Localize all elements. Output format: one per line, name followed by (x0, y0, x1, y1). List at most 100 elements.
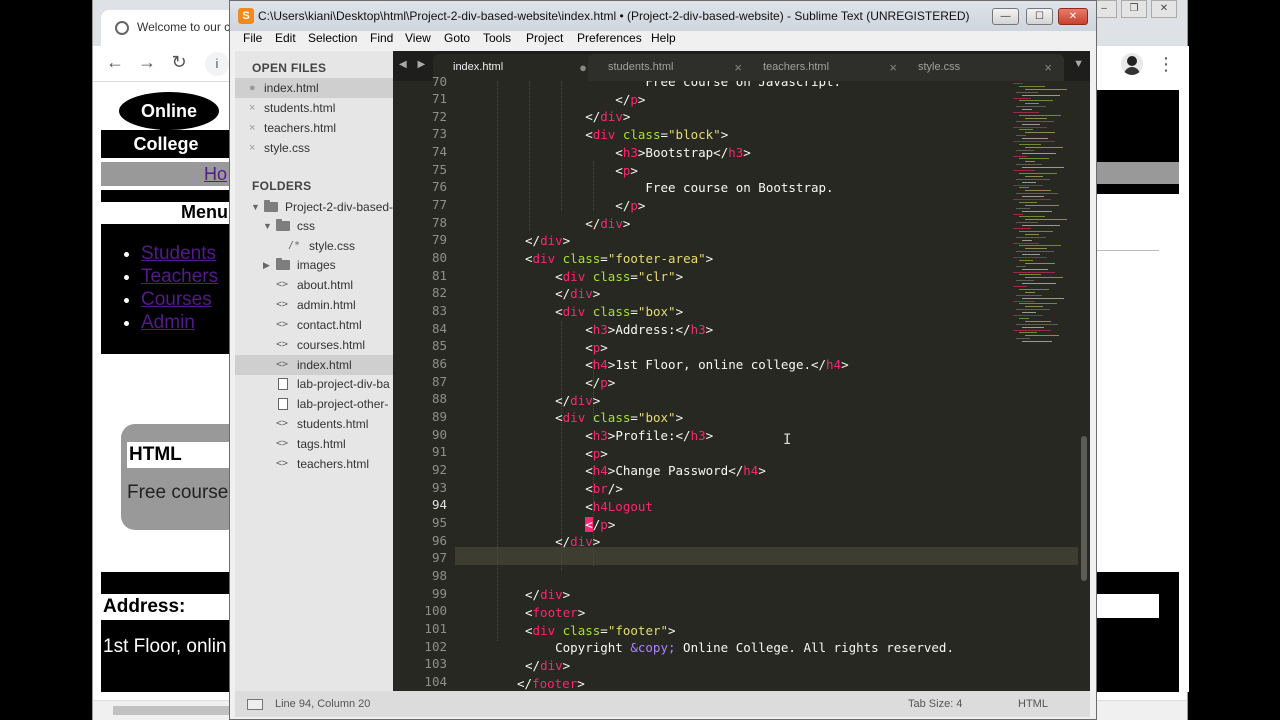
minimap-line (1019, 274, 1041, 276)
tree-item-label: teachers.html (297, 457, 370, 471)
tree-file-students[interactable]: <> students.html (235, 414, 393, 434)
tree-file-contact[interactable]: <> contact.html (235, 315, 393, 335)
teachers-link[interactable]: Teachers (141, 266, 218, 287)
minimap-line (1022, 312, 1036, 314)
tab-size-selector[interactable]: Tab Size: 4 (908, 691, 962, 717)
tab-list-dropdown-icon[interactable]: ▼ (1073, 58, 1084, 70)
logo-subtitle-text: College (125, 134, 207, 154)
courses-link[interactable]: Courses (141, 289, 212, 310)
minimap-line (1022, 94, 1060, 96)
tree-item-label: tags.html (297, 437, 346, 451)
close-button[interactable]: ✕ (1058, 8, 1088, 25)
site-info-icon[interactable]: i (205, 52, 229, 76)
unsaved-dot-icon[interactable]: ● (579, 54, 587, 81)
line-number: 95 (431, 515, 447, 530)
tree-item-label: style.css (309, 239, 356, 253)
tree-file-tags[interactable]: <> tags.html (235, 434, 393, 454)
tree-folder-images[interactable]: ▶ images (235, 255, 393, 275)
menu-file[interactable]: File (243, 31, 262, 46)
minimap-line (1025, 117, 1047, 119)
tab-students-html[interactable]: students.html × (588, 54, 754, 81)
indent-guide (497, 81, 498, 641)
tree-file-lab-div[interactable]: lab-project-div-ba (235, 374, 393, 394)
vertical-scrollbar[interactable] (1079, 81, 1090, 691)
panel-toggle-icon[interactable] (247, 699, 263, 710)
tab-label: students.html (608, 61, 674, 73)
browser-tab[interactable]: Welcome to our c (101, 10, 241, 46)
footer-white-bar (1097, 594, 1159, 618)
tree-item-label: Project-2-div-based- (285, 200, 393, 214)
close-icon[interactable]: × (889, 54, 897, 81)
menu-preferences[interactable]: Preferences (577, 31, 642, 46)
close-icon[interactable]: × (249, 138, 255, 158)
tab-teachers-html[interactable]: teachers.html × (743, 54, 909, 81)
back-arrow-icon[interactable]: ← (103, 52, 127, 73)
tab-index-html[interactable]: index.html ● (433, 54, 599, 81)
code-line: Free course on Bootstrap. (525, 180, 834, 196)
open-file-teachers[interactable]: × teachers.html (235, 118, 393, 138)
menu-list: Students Teachers Courses Admin (121, 242, 218, 334)
tree-file-index[interactable]: <> index.html (235, 355, 393, 375)
browser-maximize-button[interactable]: ❐ (1121, 0, 1147, 18)
admin-link[interactable]: Admin (141, 312, 195, 333)
open-file-students[interactable]: × students.html (235, 98, 393, 118)
forward-arrow-icon[interactable]: → (135, 52, 159, 73)
reload-icon[interactable]: ↻ (167, 52, 191, 73)
minimap-line (1016, 106, 1046, 108)
menu-tools[interactable]: Tools (483, 31, 511, 46)
minimap-line (1022, 152, 1056, 154)
title-bar[interactable]: S C:\Users\kiani\Desktop\html\Project-2-… (230, 1, 1096, 31)
tree-file-lab-other[interactable]: lab-project-other- (235, 394, 393, 414)
tab-scroll-arrows-icon[interactable]: ◀ ▶ (399, 59, 429, 70)
tab-label: teachers.html (763, 61, 830, 73)
close-icon[interactable]: × (734, 54, 742, 81)
maximize-button[interactable]: ☐ (1026, 8, 1053, 25)
browser-close-button[interactable]: ✕ (1151, 0, 1177, 18)
menu-help[interactable]: Help (651, 31, 676, 46)
close-icon[interactable]: × (249, 98, 255, 118)
open-file-style[interactable]: × style.css (235, 138, 393, 158)
minimize-button[interactable]: — (992, 8, 1019, 25)
close-icon[interactable]: × (1044, 54, 1052, 81)
scrollbar-thumb[interactable] (1081, 436, 1087, 581)
unsaved-dot-icon[interactable]: ● (249, 78, 256, 98)
menu-project[interactable]: Project (526, 31, 563, 46)
collapsed-triangle-icon[interactable]: ▶ (263, 255, 270, 275)
minimap-line (1022, 254, 1040, 256)
students-link[interactable]: Students (141, 243, 216, 264)
tree-folder-project[interactable]: ▼ Project-2-div-based- (235, 197, 393, 217)
code-line: Copyright &copy; Online College. All rig… (525, 640, 954, 656)
expanded-triangle-icon[interactable]: ▼ (251, 197, 260, 217)
open-file-index[interactable]: ● index.html (235, 78, 393, 98)
expanded-triangle-icon[interactable]: ▼ (263, 216, 272, 236)
minimap-line (1019, 216, 1045, 218)
tree-file-teachers[interactable]: <> teachers.html (235, 454, 393, 474)
tree-file-courses[interactable]: <> courses.html (235, 335, 393, 355)
code-line: </div> (525, 392, 601, 408)
syntax-selector[interactable]: HTML (1018, 691, 1048, 717)
menu-goto[interactable]: Goto (444, 31, 470, 46)
menu-selection[interactable]: Selection (308, 31, 357, 46)
kebab-menu-icon[interactable]: ⋮ (1157, 50, 1175, 78)
tree-file-about[interactable]: <> about.html (235, 275, 393, 295)
home-link[interactable]: Ho (204, 162, 227, 186)
profile-avatar-icon[interactable] (1121, 53, 1143, 75)
tab-style-css[interactable]: style.css × (898, 54, 1064, 81)
tree-item-label: courses.html (297, 338, 366, 352)
menu-edit[interactable]: Edit (275, 31, 296, 46)
tree-file-admin[interactable]: <> admin.html (235, 295, 393, 315)
line-number: 100 (424, 603, 447, 618)
code-area[interactable]: Free course on Javascript. </p> </div> <… (463, 81, 1023, 691)
menu-view[interactable]: View (405, 31, 431, 46)
line-number: 79 (431, 232, 447, 247)
line-number: 73 (431, 126, 447, 141)
minimap-line (1016, 294, 1042, 296)
tree-folder-css[interactable]: ▼ css (235, 216, 393, 236)
minimap-line (1025, 132, 1055, 134)
minimap[interactable] (1009, 81, 1079, 351)
line-number: 89 (431, 409, 447, 424)
close-icon[interactable]: × (249, 118, 255, 138)
menu-find[interactable]: Find (370, 31, 393, 46)
code-file-icon: <> (276, 438, 289, 449)
tree-file-style-css[interactable]: /* style.css (235, 236, 393, 256)
